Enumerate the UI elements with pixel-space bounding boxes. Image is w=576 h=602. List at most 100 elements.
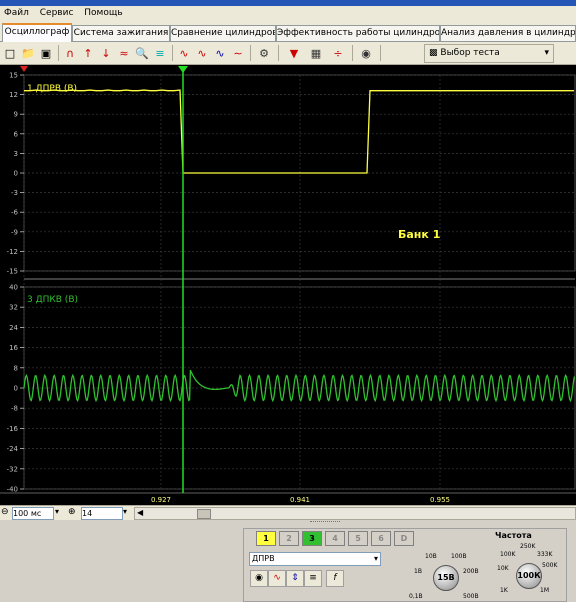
ch1-axis-tick-label: 6 <box>14 130 19 138</box>
ch1-axis-tick-label: -9 <box>11 228 18 236</box>
tab-bar: Осциллограф Система зажигания Сравнение … <box>0 23 576 43</box>
trigger-marker-red[interactable] <box>20 66 28 72</box>
tab-cylinder-pressure[interactable]: Анализ давления в цилиндре <box>440 25 576 41</box>
ch3-axis-tick-label: 40 <box>9 284 18 292</box>
trigger-rise-icon[interactable]: ↑ <box>80 45 96 61</box>
tab-ignition-system[interactable]: Система зажигания <box>72 25 170 41</box>
voltage-label-500v: 500В <box>463 593 479 600</box>
ch3-axis-tick-label: 8 <box>14 364 18 372</box>
separator-dots <box>310 521 340 524</box>
frequency-label-100k: 100K <box>500 551 516 558</box>
minus-icon[interactable]: ⊖ <box>1 507 9 517</box>
voltage-label-10v: 10В <box>425 553 437 560</box>
cursor-marker-green[interactable] <box>178 66 188 73</box>
frequency-title: Частота <box>495 531 532 540</box>
voltage-label-200v: 200В <box>463 568 479 575</box>
open-folder-icon[interactable]: 📁 <box>20 45 36 61</box>
eye-icon[interactable]: ◉ <box>250 570 268 587</box>
menu-bar: Файл Сервис Помощь <box>0 6 576 23</box>
channel-button-1[interactable]: 1 <box>256 531 276 546</box>
frequency-label-250k: 250K <box>520 543 536 550</box>
ch3-axis-tick-label: 0 <box>14 385 18 393</box>
menu-service[interactable]: Сервис <box>36 6 78 18</box>
channel-button-4[interactable]: 4 <box>325 531 345 546</box>
time-bar: ⊖ 100 мс ▾ ⊕ 14 ▾ ◀ <box>0 505 576 520</box>
timebase-select[interactable]: 100 мс <box>12 507 54 520</box>
chevron-down-icon[interactable]: ▾ <box>123 507 127 516</box>
ch3-axis-tick-label: -32 <box>7 465 18 473</box>
frequency-label-1m: 1M <box>540 587 549 594</box>
menu-file[interactable]: Файл <box>0 6 33 18</box>
channel-button-5[interactable]: 5 <box>348 531 368 546</box>
channel-select-value: ДПРВ <box>252 554 275 563</box>
chevron-down-icon[interactable]: ▾ <box>55 507 59 516</box>
function-icon[interactable]: f <box>326 570 344 587</box>
channel-button-3[interactable]: 3 <box>302 531 322 546</box>
ch3-axis-tick-label: -24 <box>7 445 19 453</box>
channel-button-6[interactable]: 6 <box>371 531 391 546</box>
compress-icon[interactable]: ≡ <box>152 45 168 61</box>
waveform-c-icon[interactable]: ∿ <box>212 45 228 61</box>
ch3-axis-tick-label: -16 <box>7 425 19 433</box>
horizontal-scrollbar[interactable]: ◀ <box>134 507 576 520</box>
voltage-knob[interactable]: 15В <box>433 565 459 591</box>
offset-icon[interactable]: ⇕ <box>286 570 304 587</box>
auto-settings-icon[interactable]: ⚙ <box>256 45 272 61</box>
save-icon[interactable]: ▣ <box>38 45 54 61</box>
bottom-panel: 1 2 3 4 5 6 D ДПРВ ▾ ◉ ∿ ⇕ ≡ f 10В 100В … <box>0 520 576 602</box>
tab-cylinder-comparison[interactable]: Сравнение цилиндров <box>170 25 276 41</box>
new-file-icon[interactable]: □ <box>2 45 18 61</box>
frequency-label-1k: 1K <box>500 587 508 594</box>
channel1-trace <box>24 89 574 174</box>
channel3-trace <box>23 369 576 403</box>
test-select-dropdown[interactable]: ▩ Выбор теста ▾ <box>424 44 554 63</box>
waveform-a-icon[interactable]: ∿ <box>176 45 192 61</box>
zoom-icon[interactable]: 🔍 <box>134 45 150 61</box>
time-tick-label: 0.955 <box>430 496 450 504</box>
ch1-axis-tick-label: -6 <box>11 209 19 217</box>
tab-cylinder-efficiency[interactable]: Эффективность работы цилиндров <box>276 25 440 41</box>
frequency-label-500k: 500K <box>542 562 558 569</box>
ch3-axis-tick-label: -40 <box>7 486 18 494</box>
waveform-b-icon[interactable]: ∿ <box>194 45 210 61</box>
menu-help[interactable]: Помощь <box>80 6 126 18</box>
peak-detect-icon[interactable]: ≈ <box>116 45 132 61</box>
scroll-thumb[interactable] <box>197 509 211 519</box>
ch1-axis-tick-label: -15 <box>7 268 18 276</box>
cursor-icon[interactable]: ÷ <box>330 45 346 61</box>
ch1-axis-tick-label: 3 <box>14 150 18 158</box>
auto-mode-icon[interactable]: ◉ <box>358 45 374 61</box>
toolbar: □ 📁 ▣ ∩ ↑ ↓ ≈ 🔍 ≡ ∿ ∿ ∿ ∼ ⚙ ▼ ▦ ÷ ◉ ▩ Вы… <box>0 42 576 65</box>
buffer-value: 14 <box>82 509 93 518</box>
voltage-label-0-1v: 0,1В <box>409 593 423 600</box>
test-select-label: Выбор теста <box>440 48 500 58</box>
channel1-label: 1 ДПРВ (В) <box>27 84 77 94</box>
tab-oscilloscope[interactable]: Осциллограф <box>2 23 72 43</box>
frequency-label-10k: 10K <box>497 565 509 572</box>
frequency-knob[interactable]: 100К <box>516 563 542 589</box>
trigger-fall-icon[interactable]: ↓ <box>98 45 114 61</box>
ch1-axis-tick-label: 9 <box>14 111 18 119</box>
auto-scale-icon[interactable]: ∩ <box>62 45 78 61</box>
waveform-d-icon[interactable]: ∼ <box>230 45 246 61</box>
ch3-axis-tick-label: 32 <box>9 304 18 312</box>
oscilloscope-display[interactable]: 15 12 9 6 3 0 -3 -6 -9 -12 -15 40 32 24 16 8 0 -8 -16 -24 -… <box>0 65 576 505</box>
buffer-select[interactable]: 14 <box>81 507 123 520</box>
plus-icon[interactable]: ⊕ <box>68 507 76 517</box>
channel-button-2[interactable]: 2 <box>279 531 299 546</box>
grid-icon[interactable]: ▦ <box>308 45 324 61</box>
time-tick-label: 0.941 <box>290 496 310 504</box>
scroll-left-arrow-icon[interactable]: ◀ <box>137 508 143 517</box>
voltage-label-1v: 1В <box>414 568 422 575</box>
test-icon: ▩ <box>429 48 438 58</box>
channel3-label: 3 ДПКВ (В) <box>27 295 78 305</box>
ch3-axis-tick-label: 24 <box>9 324 18 332</box>
filter-icon[interactable]: ▼ <box>286 45 302 61</box>
line-style-icon[interactable]: ≡ <box>304 570 322 587</box>
invert-icon[interactable]: ∿ <box>268 570 286 587</box>
voltage-knob-group: 10В 100В 1В 200В 0,1В 500В 15В <box>399 539 484 600</box>
chevron-down-icon: ▾ <box>373 554 378 563</box>
channel-select[interactable]: ДПРВ ▾ <box>249 552 381 566</box>
timebase-value: 100 мс <box>13 509 42 518</box>
bank-label: Банк 1 <box>398 228 440 241</box>
